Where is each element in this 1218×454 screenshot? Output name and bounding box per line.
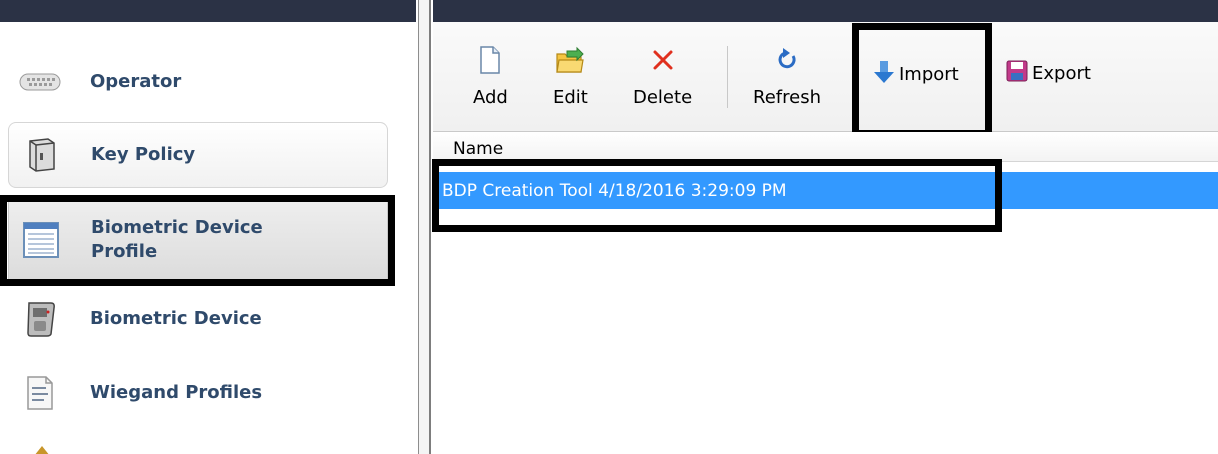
export-button-label: Export	[1032, 63, 1091, 84]
delete-button[interactable]: Delete	[633, 46, 692, 108]
fingerprint-reader-icon	[18, 297, 62, 341]
sidebar: Operator Key Policy Biometric Device Pro…	[0, 22, 416, 454]
import-arrow-icon	[873, 60, 895, 89]
sidebar-item-key-policy[interactable]: Key Policy	[8, 122, 388, 188]
profiles-grid: Name BDP Creation Tool 4/18/2016 3:29:09…	[433, 132, 1218, 454]
refresh-icon	[775, 46, 799, 79]
export-button[interactable]: Export	[1006, 60, 1091, 87]
new-document-icon	[479, 46, 501, 79]
sidebar-item-label: Wiegand Profiles	[90, 382, 263, 403]
toolbar-separator	[727, 46, 728, 108]
import-button-label: Import	[899, 64, 959, 85]
sidebar-item-biometric-device-profile[interactable]: Biometric Device Profile	[8, 200, 388, 280]
title-bar-left	[0, 0, 416, 22]
column-header-name[interactable]: Name	[453, 139, 503, 159]
title-bar-right	[433, 0, 1218, 22]
keyboard-icon	[18, 60, 62, 104]
edit-button-label: Edit	[553, 87, 588, 108]
profile-list-icon	[19, 218, 63, 262]
sidebar-item-operator[interactable]: Operator	[8, 57, 388, 107]
add-button-label: Add	[473, 87, 508, 108]
binary-document-icon	[18, 371, 62, 415]
sidebar-item-label: Key Policy	[91, 144, 196, 165]
delete-x-icon	[651, 46, 675, 79]
import-button[interactable]: Import	[873, 60, 959, 89]
add-button[interactable]: Add	[473, 46, 508, 108]
save-floppy-icon	[1006, 60, 1028, 87]
grid-header: Name	[433, 132, 1218, 162]
refresh-button-label: Refresh	[753, 87, 821, 108]
sidebar-item-label: Biometric Device	[90, 308, 262, 329]
edit-button[interactable]: Edit	[553, 46, 588, 108]
toolbar: Add Edit Delete Refresh Import Export	[433, 22, 1218, 132]
splitter[interactable]	[416, 0, 433, 454]
edit-folder-icon	[555, 46, 585, 79]
safe-icon	[19, 133, 63, 177]
refresh-button[interactable]: Refresh	[753, 46, 821, 108]
sidebar-item-label: Operator	[90, 71, 182, 92]
sidebar-item-biometric-device[interactable]: Biometric Device	[8, 294, 388, 344]
sidebar-item-label: Biometric Device Profile	[91, 217, 263, 262]
sidebar-item-wiegand-profiles[interactable]: Wiegand Profiles	[8, 368, 388, 418]
row-name-cell: BDP Creation Tool 4/18/2016 3:29:09 PM	[442, 181, 787, 201]
delete-button-label: Delete	[633, 87, 693, 108]
table-row[interactable]: BDP Creation Tool 4/18/2016 3:29:09 PM	[433, 172, 1218, 209]
partial-icon	[34, 446, 50, 454]
